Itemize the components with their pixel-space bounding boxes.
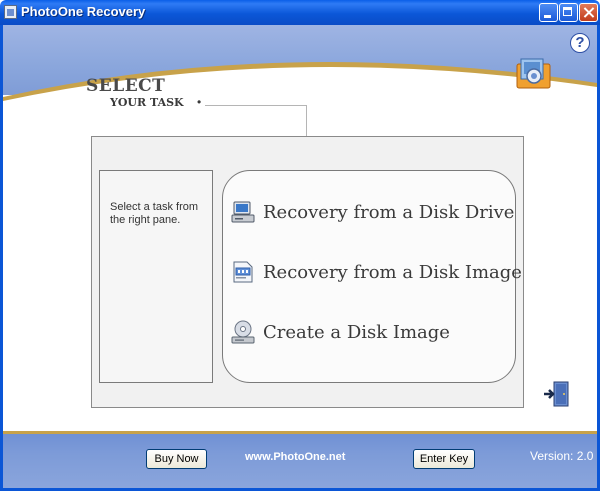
create-image-icon	[231, 320, 255, 344]
heading-your-task: YOUR TASK	[110, 96, 184, 109]
footer-accent-line	[3, 431, 597, 434]
info-panel: Select a task from the right pane.	[99, 170, 213, 383]
minimize-button[interactable]	[539, 3, 558, 22]
maximize-button[interactable]	[559, 3, 578, 22]
app-icon[interactable]	[4, 5, 17, 19]
title-bar[interactable]: PhotoOne Recovery	[0, 0, 600, 25]
disk-drive-icon	[231, 201, 255, 223]
buy-now-button[interactable]: Buy Now	[146, 449, 207, 469]
help-icon[interactable]: ?	[570, 33, 590, 53]
task-label: Recovery from a Disk Image	[263, 262, 522, 283]
disk-image-icon	[233, 261, 253, 283]
connector-line	[205, 105, 306, 106]
enter-key-button[interactable]: Enter Key	[413, 449, 475, 469]
task-label: Create a Disk Image	[263, 322, 450, 343]
heading-select: SELECT	[86, 76, 166, 96]
website-link[interactable]: www.PhotoOne.net	[245, 451, 345, 463]
connector-line-vertical	[306, 105, 307, 137]
window-title: PhotoOne Recovery	[21, 4, 146, 19]
heading-bullet: •	[197, 95, 202, 109]
close-button[interactable]	[579, 3, 598, 22]
version-label: Version: 2.0	[530, 449, 594, 463]
info-text: Select a task from the right pane.	[110, 201, 199, 226]
exit-icon[interactable]	[541, 380, 571, 408]
photo-folder-icon	[516, 58, 551, 89]
task-label: Recovery from a Disk Drive	[263, 202, 515, 223]
